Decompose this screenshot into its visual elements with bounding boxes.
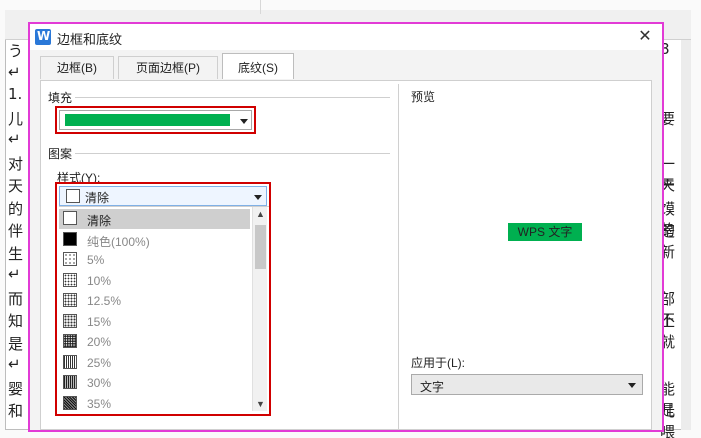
doc-text-fragment: ↵ bbox=[8, 130, 21, 148]
borders-shading-dialog: 边框和底纹 ✕ 边框(B) 页面边框(P) 底纹(S) 填充 图案 样式(Y):… bbox=[28, 22, 664, 432]
style-options-list: ▲ ▼ 清除纯色(100%) 5% 10% 12.5% 15% 20% 25% 30% 35% bbox=[59, 206, 269, 412]
doc-text-fragment: 而 bbox=[8, 289, 24, 308]
style-option[interactable]: 30% bbox=[59, 373, 250, 393]
tab-page-borders[interactable]: 页面边框(P) bbox=[118, 56, 218, 79]
style-option-label: 25% bbox=[87, 355, 112, 370]
dashed-guide bbox=[260, 0, 450, 14]
scroll-up-icon[interactable]: ▲ bbox=[253, 207, 268, 221]
pattern-swatch-icon bbox=[63, 395, 77, 410]
style-option[interactable]: 25% bbox=[59, 353, 250, 373]
preview-sample: WPS 文字 bbox=[508, 223, 582, 241]
doc-text-fragment: 是 bbox=[8, 334, 24, 353]
pattern-swatch-icon bbox=[63, 293, 77, 307]
chevron-down-icon bbox=[240, 119, 248, 124]
style-option-label: 15% bbox=[87, 314, 112, 329]
apply-to-dropdown[interactable]: 文字 bbox=[411, 374, 643, 395]
doc-text-fragment: ↵ bbox=[8, 265, 21, 283]
apply-to-label: 应用于(L): bbox=[411, 356, 466, 370]
tab-shading[interactable]: 底纹(S) bbox=[222, 53, 294, 79]
pattern-swatch-icon bbox=[63, 334, 77, 348]
pattern-swatch-icon bbox=[63, 375, 77, 389]
chevron-down-icon bbox=[628, 383, 636, 388]
doc-text-fragment: 的 bbox=[8, 199, 24, 218]
style-option-label: 20% bbox=[87, 335, 112, 349]
style-option-label: 30% bbox=[87, 376, 112, 390]
style-option-label: 10% bbox=[87, 273, 112, 288]
pattern-group-divider bbox=[75, 153, 390, 154]
style-option-label: 纯色(100%) bbox=[87, 234, 150, 249]
doc-text-fragment: 1. bbox=[8, 85, 23, 103]
doc-text-fragment: う bbox=[8, 42, 24, 60]
doc-text-fragment: ↵ bbox=[8, 62, 21, 81]
doc-text-fragment: 伴 bbox=[8, 222, 24, 240]
pattern-swatch-icon bbox=[63, 252, 77, 266]
pattern-group-label: 图案 bbox=[48, 147, 73, 161]
doc-text-fragment: 儿 bbox=[8, 109, 24, 128]
doc-text-fragment: 对 bbox=[8, 154, 24, 173]
fill-group-divider bbox=[75, 97, 390, 98]
style-option[interactable]: 纯色(100%) bbox=[59, 230, 250, 250]
pattern-swatch-icon bbox=[63, 231, 77, 246]
fill-highlight bbox=[55, 106, 256, 134]
style-dropdown[interactable]: 清除 bbox=[59, 186, 267, 206]
doc-text-fragment: 生 bbox=[8, 244, 24, 263]
scroll-thumb[interactable] bbox=[255, 225, 266, 269]
scroll-down-icon[interactable]: ▼ bbox=[253, 397, 268, 411]
style-option-label: 清除 bbox=[87, 214, 112, 228]
style-selected-value: 清除 bbox=[85, 191, 110, 205]
pattern-swatch-icon bbox=[63, 272, 77, 287]
dialog-title: 边框和底纹 bbox=[57, 32, 123, 47]
scrollbar-strip bbox=[681, 40, 691, 430]
doc-text-fragment: 天 bbox=[8, 177, 24, 195]
pattern-swatch-icon bbox=[63, 354, 77, 369]
pattern-swatch-icon bbox=[63, 211, 77, 225]
title-bar: 边框和底纹 ✕ bbox=[30, 24, 662, 50]
style-option-label: 12.5% bbox=[87, 294, 122, 308]
pattern-none-icon bbox=[66, 189, 80, 203]
style-option[interactable]: 10% bbox=[59, 271, 250, 291]
doc-text-fragment: ↵ bbox=[8, 355, 21, 373]
fill-color-swatch bbox=[65, 114, 230, 126]
doc-text-fragment: 知 bbox=[8, 312, 24, 330]
section-divider bbox=[398, 84, 399, 429]
style-option-label: 5% bbox=[87, 253, 105, 267]
style-option[interactable]: 5% bbox=[59, 250, 250, 270]
preview-label: 预览 bbox=[411, 90, 436, 104]
list-scrollbar[interactable]: ▲ ▼ bbox=[252, 207, 267, 411]
fill-color-dropdown[interactable] bbox=[59, 110, 252, 130]
tab-borders[interactable]: 边框(B) bbox=[40, 56, 114, 79]
wps-app-icon bbox=[35, 29, 51, 45]
style-option-label: 35% bbox=[87, 396, 112, 411]
style-highlight: 清除 ▲ ▼ 清除纯色(100%) 5% 10% 12.5% 15% 20% 25% 30% 3… bbox=[55, 182, 271, 416]
style-option[interactable]: 12.5% bbox=[59, 291, 250, 311]
style-option[interactable]: 清除 bbox=[59, 209, 250, 229]
doc-text-fragment: 和 bbox=[8, 402, 24, 420]
fill-group-label: 填充 bbox=[48, 91, 73, 105]
style-option[interactable]: 35% bbox=[59, 394, 250, 414]
style-option[interactable]: 15% bbox=[59, 312, 250, 332]
pattern-swatch-icon bbox=[63, 313, 77, 328]
style-option[interactable]: 20% bbox=[59, 332, 250, 352]
document-text-left: う ↵ 1. 儿 ↵ 对天的伴生 ↵ 而知是 ↵ 婴和 bbox=[8, 40, 30, 430]
chevron-down-icon bbox=[254, 195, 262, 200]
apply-to-value: 文字 bbox=[420, 380, 445, 394]
doc-text-fragment: 婴 bbox=[8, 379, 24, 398]
close-button[interactable]: ✕ bbox=[634, 27, 656, 47]
